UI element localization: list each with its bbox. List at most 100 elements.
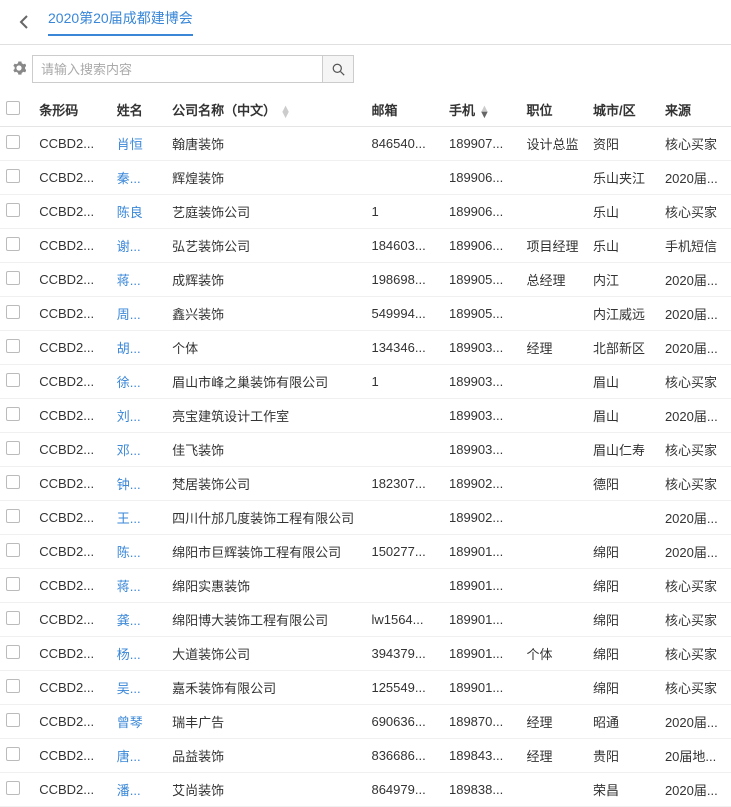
cell-name[interactable]: 邓...: [111, 433, 166, 467]
row-checkbox[interactable]: [6, 509, 20, 523]
col-header-position[interactable]: 职位: [521, 93, 587, 127]
col-header-name[interactable]: 姓名: [111, 93, 166, 127]
cell-barcode: CCBD2...: [33, 365, 111, 399]
cell-barcode: CCBD2...: [33, 229, 111, 263]
row-checkbox[interactable]: [6, 781, 20, 795]
cell-email: lw1564...: [365, 603, 443, 637]
cell-source: 核心买家: [659, 433, 731, 467]
cell-position: [521, 773, 587, 807]
cell-email: 394379...: [365, 637, 443, 671]
table-row: CCBD2...刘...亮宝建筑设计工作室189903...眉山2020届...: [0, 399, 731, 433]
row-checkbox[interactable]: [6, 747, 20, 761]
col-header-city[interactable]: 城市/区: [587, 93, 659, 127]
cell-name[interactable]: 蒋...: [111, 263, 166, 297]
row-checkbox[interactable]: [6, 373, 20, 387]
row-checkbox[interactable]: [6, 645, 20, 659]
gear-icon[interactable]: [12, 61, 26, 78]
cell-name[interactable]: 吴...: [111, 671, 166, 705]
cell-city: 绵阳: [587, 671, 659, 705]
cell-name[interactable]: 杨...: [111, 637, 166, 671]
table-row: CCBD2...唐...品益装饰836686...189843...经理贵阳20…: [0, 739, 731, 773]
sort-icon: ▲▼: [280, 106, 291, 118]
cell-name[interactable]: 龚...: [111, 603, 166, 637]
row-checkbox[interactable]: [6, 611, 20, 625]
cell-company: 艾尚装饰: [166, 773, 365, 807]
cell-source: 2020届...: [659, 535, 731, 569]
cell-source: 核心买家: [659, 637, 731, 671]
cell-company: 辉煌装饰: [166, 161, 365, 195]
cell-name[interactable]: 蒋...: [111, 569, 166, 603]
cell-phone: 189903...: [443, 433, 521, 467]
col-header-barcode[interactable]: 条形码: [33, 93, 111, 127]
row-checkbox[interactable]: [6, 237, 20, 251]
cell-barcode: CCBD2...: [33, 705, 111, 739]
cell-position: [521, 365, 587, 399]
cell-email: 1: [365, 365, 443, 399]
row-checkbox[interactable]: [6, 679, 20, 693]
row-checkbox[interactable]: [6, 407, 20, 421]
cell-name[interactable]: 陈良: [111, 195, 166, 229]
cell-name[interactable]: 谢...: [111, 229, 166, 263]
cell-name[interactable]: 徐...: [111, 365, 166, 399]
cell-phone: 189905...: [443, 297, 521, 331]
cell-company: 瑞丰广告: [166, 705, 365, 739]
cell-name[interactable]: 刘...: [111, 399, 166, 433]
cell-name[interactable]: 钟...: [111, 467, 166, 501]
cell-phone: 189905...: [443, 263, 521, 297]
row-checkbox[interactable]: [6, 577, 20, 591]
cell-name[interactable]: 唐...: [111, 739, 166, 773]
search-input[interactable]: [32, 55, 322, 83]
cell-city: 贵阳: [587, 739, 659, 773]
col-header-source[interactable]: 来源: [659, 93, 731, 127]
cell-phone: 189838...: [443, 773, 521, 807]
cell-position: 个体: [521, 637, 587, 671]
breadcrumb[interactable]: 2020第20届成都建博会: [48, 8, 193, 36]
cell-barcode: CCBD2...: [33, 603, 111, 637]
cell-name[interactable]: 陈...: [111, 535, 166, 569]
cell-phone: 189906...: [443, 195, 521, 229]
col-header-company[interactable]: 公司名称（中文）▲▼: [166, 93, 365, 127]
cell-email: 125549...: [365, 671, 443, 705]
row-checkbox[interactable]: [6, 305, 20, 319]
cell-name[interactable]: 秦...: [111, 161, 166, 195]
row-checkbox[interactable]: [6, 543, 20, 557]
cell-email: 182307...: [365, 467, 443, 501]
cell-name[interactable]: 王...: [111, 501, 166, 535]
cell-email: 150277...: [365, 535, 443, 569]
cell-position: [521, 297, 587, 331]
cell-phone: 189902...: [443, 467, 521, 501]
table-row: CCBD2...肖恒翰唐装饰846540...189907...设计总监资阳核心…: [0, 127, 731, 161]
cell-company: 绵阳实惠装饰: [166, 569, 365, 603]
table-row: CCBD2...谢...弘艺装饰公司184603...189906...项目经理…: [0, 229, 731, 263]
row-checkbox[interactable]: [6, 339, 20, 353]
col-header-email[interactable]: 邮箱: [365, 93, 443, 127]
back-button[interactable]: [12, 10, 36, 34]
cell-name[interactable]: 潘...: [111, 773, 166, 807]
cell-source: 2020届...: [659, 773, 731, 807]
cell-name[interactable]: 胡...: [111, 331, 166, 365]
row-checkbox[interactable]: [6, 271, 20, 285]
cell-city: 乐山: [587, 195, 659, 229]
cell-name[interactable]: 周...: [111, 297, 166, 331]
cell-city: 绵阳: [587, 603, 659, 637]
select-all-checkbox[interactable]: [6, 101, 20, 115]
cell-position: 经理: [521, 739, 587, 773]
cell-company: 翰唐装饰: [166, 127, 365, 161]
cell-source: 核心买家: [659, 127, 731, 161]
cell-position: [521, 603, 587, 637]
row-checkbox[interactable]: [6, 475, 20, 489]
cell-name[interactable]: 曾琴: [111, 705, 166, 739]
cell-position: [521, 535, 587, 569]
search-button[interactable]: [322, 55, 354, 83]
row-checkbox[interactable]: [6, 169, 20, 183]
cell-email: [365, 569, 443, 603]
col-header-phone[interactable]: 手机▲▼: [443, 93, 521, 127]
cell-name[interactable]: 肖恒: [111, 127, 166, 161]
row-checkbox[interactable]: [6, 203, 20, 217]
cell-position: 总经理: [521, 263, 587, 297]
row-checkbox[interactable]: [6, 135, 20, 149]
row-checkbox[interactable]: [6, 441, 20, 455]
cell-position: 经理: [521, 705, 587, 739]
cell-barcode: CCBD2...: [33, 671, 111, 705]
cell-phone: 189870...: [443, 705, 521, 739]
